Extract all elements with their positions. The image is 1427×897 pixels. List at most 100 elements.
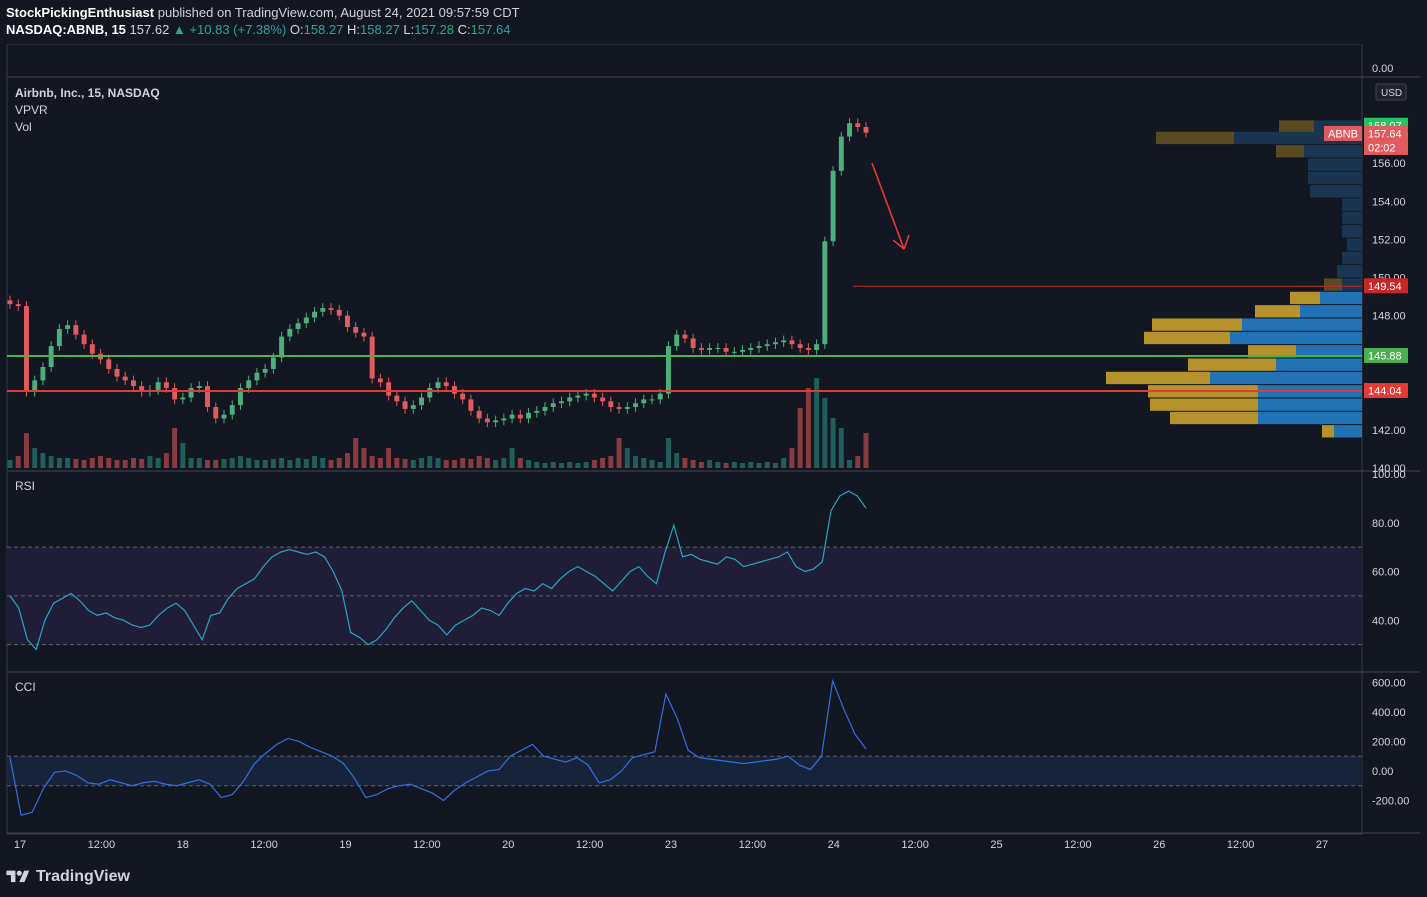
time-tick-label: 12:00 (250, 839, 278, 851)
vpvr-bar-up (1258, 398, 1362, 411)
vpvr-bar-up (1310, 185, 1362, 198)
candle (641, 399, 647, 404)
volume-bar (484, 458, 490, 468)
volume-bar (130, 458, 136, 468)
volume-bar (558, 463, 564, 468)
volume-bar (213, 460, 219, 468)
vpvr-bar-up (1304, 145, 1362, 158)
brand-name: TradingView (36, 868, 130, 885)
volume-bar (410, 460, 416, 468)
volume-bar (369, 456, 375, 468)
volume-bar (657, 462, 663, 468)
candle (328, 307, 334, 310)
volume-bar (575, 463, 581, 468)
candle (460, 393, 466, 400)
candle (772, 342, 778, 345)
volume-bar (682, 458, 688, 468)
vpvr-bar-up (1342, 278, 1362, 291)
volume-bar (764, 462, 770, 468)
candle (567, 397, 573, 402)
candle (303, 317, 309, 324)
volume-bar (591, 460, 597, 468)
volume-bar (73, 459, 79, 468)
candle (295, 323, 301, 329)
cci-tick-label: 600.00 (1372, 677, 1406, 689)
vpvr-bar-up (1342, 211, 1362, 225)
time-tick-label: 25 (990, 839, 1002, 851)
volume-bar (56, 458, 62, 468)
volume-bar (106, 458, 112, 468)
footer-brand[interactable]: TradingView (6, 868, 130, 886)
time-tick-label: 17 (14, 839, 26, 851)
candle (23, 306, 29, 392)
vpvr-bar-up (1337, 265, 1362, 278)
vpvr-bar-up (1276, 358, 1362, 371)
cci-tick-label: -200.00 (1372, 795, 1409, 807)
volume-bar (517, 458, 523, 468)
main-legend-title: Airbnb, Inc., 15, NASDAQ (15, 86, 160, 100)
candle (591, 393, 597, 398)
time-tick-label: 12:00 (901, 839, 929, 851)
volume-bar (690, 460, 696, 468)
vpvr-bar-up (1308, 171, 1362, 185)
symbol-price-tag: ABNB (1328, 128, 1358, 140)
candle (707, 347, 713, 350)
volume-bar (205, 460, 211, 468)
price-label-last: 157.64 (1368, 128, 1402, 140)
volume-bar (336, 458, 342, 468)
volume-bar (65, 458, 71, 468)
candle (509, 414, 515, 419)
volume-bar (328, 460, 334, 468)
volume-bar (789, 448, 795, 468)
author-name[interactable]: StockPickingEnthusiast (6, 5, 154, 20)
volume-bar (139, 459, 145, 468)
vpvr-bar-down (1156, 131, 1234, 145)
candle (633, 403, 639, 408)
candle (764, 344, 770, 347)
volume-bar (526, 460, 532, 468)
candle (40, 367, 46, 381)
price-label-level: 149.54 (1368, 281, 1402, 293)
candle (723, 347, 729, 352)
volume-bar (534, 462, 540, 468)
rsi-tick-label: 40.00 (1372, 615, 1400, 627)
high-label: H: (347, 22, 361, 37)
candle (435, 382, 441, 388)
volume-bar (114, 460, 120, 468)
candle (180, 397, 186, 400)
candle (468, 399, 474, 411)
candle (838, 136, 844, 171)
volume-bar (542, 463, 548, 468)
price-tick-label: 0.00 (1372, 63, 1393, 75)
volume-bar (616, 438, 622, 468)
candle (114, 368, 120, 377)
candle (526, 412, 532, 419)
time-tick-label: 12:00 (739, 839, 767, 851)
vpvr-bar-up (1242, 318, 1362, 331)
price-tick-label: 142.00 (1372, 425, 1406, 437)
cci-tick-label: 0.00 (1372, 766, 1393, 778)
publish-info: published on TradingView.com, August 24,… (157, 5, 520, 20)
candle (501, 418, 507, 421)
high-value: 158.27 (360, 22, 400, 37)
volume-bar (698, 462, 704, 468)
volume-bar (386, 448, 392, 468)
candle (172, 387, 178, 400)
candle (270, 357, 276, 369)
volume-bar (180, 443, 186, 468)
time-tick-label: 19 (339, 839, 351, 851)
price-label-resistance: 144.04 (1368, 386, 1402, 398)
candle (312, 311, 318, 318)
volume-bar (427, 456, 433, 468)
symbol-label[interactable]: NASDAQ:ABNB, 15 (6, 22, 126, 37)
chart-canvas[interactable]: 0.00156.00154.00152.00150.00148.00142.00… (0, 44, 1427, 862)
volume-bar (377, 458, 383, 468)
candle (377, 378, 383, 383)
volume-bar (707, 460, 713, 468)
vpvr-bar-down (1290, 291, 1320, 305)
volume-bar (567, 462, 573, 468)
volume-bar (756, 463, 762, 468)
volume-bar (295, 458, 301, 468)
volume-bar (48, 456, 54, 468)
candle (616, 407, 622, 409)
